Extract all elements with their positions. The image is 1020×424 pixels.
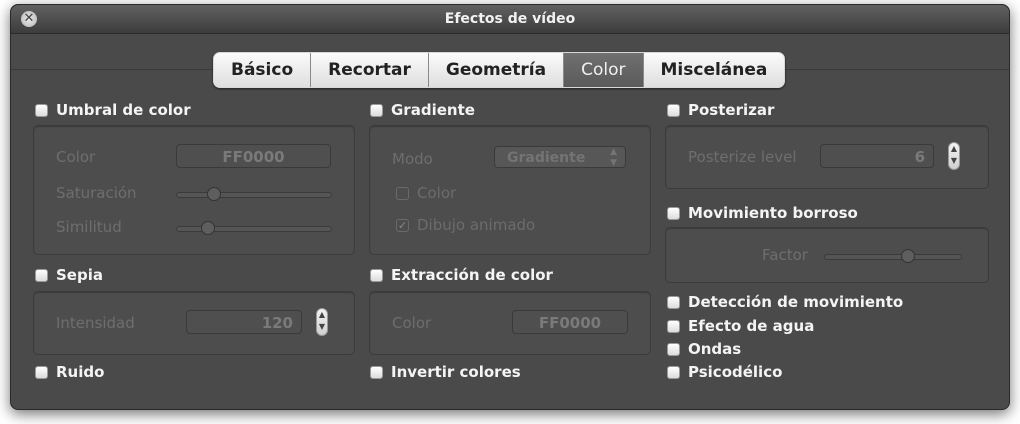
saturacion-label: Saturación	[56, 184, 137, 202]
gradiente-checkbox[interactable]: Gradiente	[370, 101, 475, 119]
agua-checkbox[interactable]: Efecto de agua	[667, 317, 814, 335]
invertir-checkbox[interactable]: Invertir colores	[370, 363, 521, 381]
extraccion-color-label: Color	[392, 314, 432, 332]
sepia-group: Intensidad 120 ▲ ▼	[33, 291, 355, 355]
extraccion-group: Color FF0000	[369, 291, 651, 355]
checkbox-box[interactable]	[667, 342, 680, 356]
extraccion-color-field[interactable]: FF0000	[512, 310, 628, 334]
similitud-label: Similitud	[56, 218, 122, 236]
checkbox-box[interactable]	[667, 206, 680, 220]
video-effects-window: ✕ Efectos de vídeo Básico Recortar Geome…	[10, 4, 1010, 410]
intensidad-field[interactable]: 120	[186, 310, 302, 334]
ruido-label: Ruido	[56, 363, 105, 381]
movimiento-group: Factor	[665, 227, 989, 283]
tab-miscelanea[interactable]: Miscelánea	[644, 53, 785, 87]
extraccion-label: Extracción de color	[391, 266, 553, 284]
posterize-level-field[interactable]: 6	[820, 144, 934, 168]
similitud-slider[interactable]	[176, 221, 332, 235]
factor-slider[interactable]	[824, 249, 962, 263]
posterize-level-stepper[interactable]: ▲ ▼	[948, 142, 960, 170]
saturacion-slider[interactable]	[176, 187, 332, 201]
dibujo-animado-label: Dibujo animado	[417, 216, 536, 234]
checkbox-box[interactable]	[667, 365, 680, 379]
factor-slider-knob[interactable]	[901, 249, 915, 263]
checkbox-box[interactable]	[370, 103, 383, 117]
intensidad-label: Intensidad	[56, 314, 135, 332]
saturacion-slider-knob[interactable]	[207, 187, 221, 201]
checkbox-box[interactable]	[667, 103, 680, 117]
checkbox-box[interactable]	[667, 319, 680, 333]
tab-basico[interactable]: Básico	[214, 53, 312, 87]
umbral-color-label: Color	[56, 148, 96, 166]
tab-bar: Básico Recortar Geometría Color Miscelán…	[213, 52, 786, 88]
checkbox-box[interactable]	[396, 186, 409, 200]
checkbox-box[interactable]	[667, 295, 680, 309]
check-icon[interactable]: ✓	[396, 218, 409, 232]
posterize-level-label: Posterize level	[688, 148, 797, 166]
gradiente-label: Gradiente	[391, 101, 475, 119]
movimiento-borroso-checkbox[interactable]: Movimiento borroso	[667, 204, 858, 222]
invertir-label: Invertir colores	[391, 363, 521, 381]
modo-select-value: Gradiente	[507, 150, 586, 166]
checkbox-box[interactable]	[370, 365, 383, 379]
checkbox-box[interactable]	[35, 103, 48, 117]
psicodelico-label: Psicodélico	[688, 363, 783, 381]
ruido-checkbox[interactable]: Ruido	[35, 363, 104, 381]
sepia-checkbox[interactable]: Sepia	[35, 266, 103, 284]
tab-geometria[interactable]: Geometría	[429, 53, 565, 87]
intensidad-stepper[interactable]: ▲ ▼	[316, 308, 328, 336]
dibujo-animado-option[interactable]: ✓ Dibujo animado	[396, 216, 535, 234]
agua-label: Efecto de agua	[688, 317, 815, 335]
checkbox-box[interactable]	[35, 268, 48, 282]
factor-label: Factor	[762, 246, 808, 264]
select-arrows-icon: ▲ ▼	[610, 147, 617, 168]
posterizar-group: Posterize level 6 ▲ ▼	[665, 125, 989, 189]
modo-label: Modo	[392, 150, 433, 168]
checkbox-box[interactable]	[370, 268, 383, 282]
title-bar[interactable]: ✕ Efectos de vídeo	[11, 5, 1009, 34]
umbral-color-field[interactable]: FF0000	[176, 144, 331, 168]
extraccion-checkbox[interactable]: Extracción de color	[370, 266, 553, 284]
umbral-checkbox[interactable]: Umbral de color	[35, 101, 191, 119]
modo-select[interactable]: Gradiente ▲ ▼	[494, 146, 626, 168]
posterizar-checkbox[interactable]: Posterizar	[667, 101, 774, 119]
ondas-label: Ondas	[688, 340, 742, 358]
deteccion-label: Detección de movimiento	[688, 293, 904, 311]
checkbox-box[interactable]	[35, 365, 48, 379]
gradiente-color-label: Color	[417, 184, 457, 202]
sepia-label: Sepia	[56, 266, 103, 284]
similitud-slider-knob[interactable]	[201, 221, 215, 235]
umbral-group: Color FF0000 Saturación Similitud	[33, 125, 355, 255]
ondas-checkbox[interactable]: Ondas	[667, 340, 741, 358]
gradiente-color-option[interactable]: Color	[396, 184, 456, 202]
deteccion-checkbox[interactable]: Detección de movimiento	[667, 293, 903, 311]
umbral-label: Umbral de color	[56, 101, 191, 119]
posterizar-label: Posterizar	[688, 101, 775, 119]
movimiento-borroso-label: Movimiento borroso	[688, 204, 858, 222]
window-title: Efectos de vídeo	[444, 11, 576, 27]
gradiente-group: Modo Gradiente ▲ ▼ Color ✓ Dibujo animado	[369, 125, 651, 255]
psicodelico-checkbox[interactable]: Psicodélico	[667, 363, 782, 381]
tab-recortar[interactable]: Recortar	[311, 53, 429, 87]
tab-color[interactable]: Color	[564, 53, 644, 87]
